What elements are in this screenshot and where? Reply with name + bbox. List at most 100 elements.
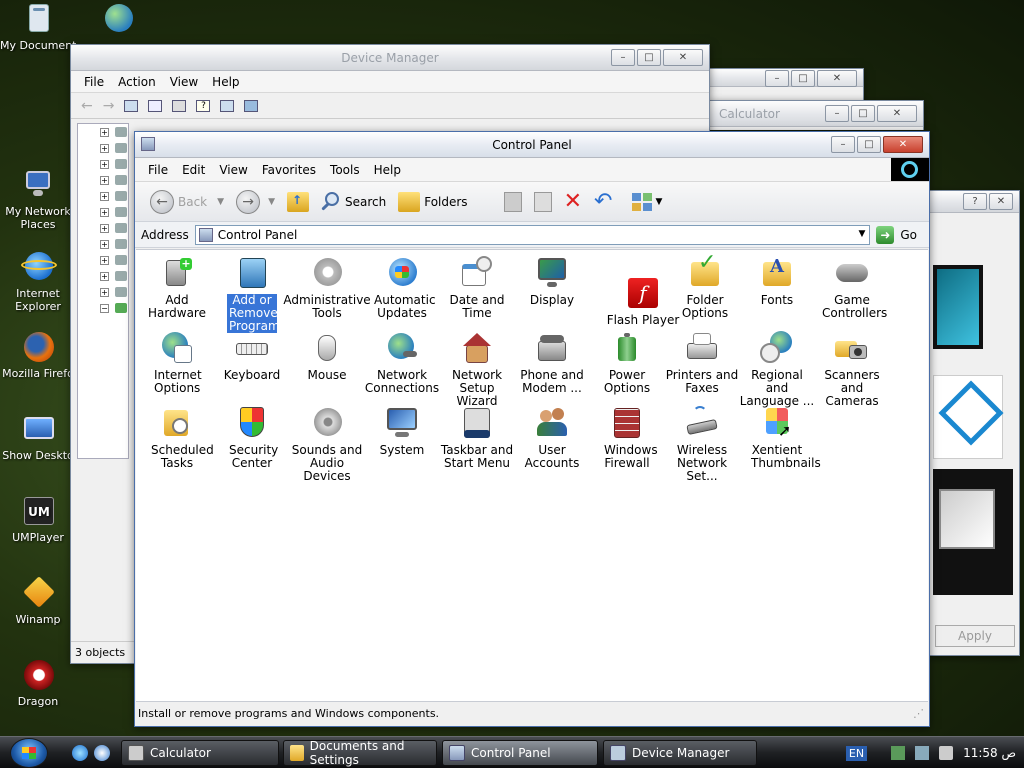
- tree-node[interactable]: +: [78, 172, 128, 188]
- expand-icon[interactable]: +: [100, 159, 109, 169]
- close-button[interactable]: ✕: [883, 136, 923, 153]
- cp-item-network-connections[interactable]: Network Connections: [362, 331, 442, 395]
- cp-item-user-accounts[interactable]: User Accounts: [512, 406, 592, 470]
- address-dropdown-icon[interactable]: ▼: [858, 229, 865, 239]
- tree-node[interactable]: +: [78, 236, 128, 252]
- tree-node[interactable]: +: [78, 252, 128, 268]
- maximize-button[interactable]: □: [791, 70, 815, 87]
- tree-node[interactable]: +: [78, 188, 128, 204]
- close-button[interactable]: ✕: [817, 70, 857, 87]
- device-manager-titlebar[interactable]: Device Manager – □ ✕: [71, 45, 709, 71]
- cp-item-power-options[interactable]: Power Options: [587, 331, 667, 395]
- control-panel-window[interactable]: Control Panel – □ ✕ File Edit View Favor…: [134, 131, 930, 727]
- minimize-button[interactable]: –: [825, 105, 849, 122]
- folders-button[interactable]: Folders: [393, 187, 472, 217]
- collapse-icon[interactable]: −: [100, 303, 109, 313]
- expand-icon[interactable]: +: [100, 239, 109, 249]
- menu-edit[interactable]: Edit: [175, 163, 212, 177]
- desktop-icon-dragon[interactable]: Dragon: [0, 658, 76, 708]
- desktop-icon-globe[interactable]: [80, 2, 156, 39]
- quicklaunch-media-icon[interactable]: [94, 745, 110, 761]
- cp-item-security-center[interactable]: Security Center: [212, 406, 292, 470]
- expand-icon[interactable]: +: [100, 175, 109, 185]
- menu-tools[interactable]: Tools: [323, 163, 367, 177]
- back-button[interactable]: ← Back ▼: [145, 187, 229, 217]
- cp-item-internet-options[interactable]: Internet Options: [137, 331, 217, 395]
- cp-item-mouse[interactable]: Mouse: [287, 331, 367, 382]
- start-button[interactable]: [10, 738, 48, 768]
- move-to-button[interactable]: [499, 187, 527, 217]
- minimize-button[interactable]: –: [831, 136, 855, 153]
- control-panel-icon-view[interactable]: + Add Hardware Add or Remove Programs Ad…: [136, 249, 928, 702]
- delete-button[interactable]: ✕: [559, 187, 587, 217]
- desktop-icon-firefox[interactable]: Mozilla Firefo: [0, 330, 76, 380]
- scan-hardware-icon[interactable]: [244, 99, 259, 112]
- control-panel-titlebar[interactable]: Control Panel – □ ✕: [135, 132, 929, 158]
- properties-icon[interactable]: [148, 99, 163, 112]
- go-button[interactable]: ➜ Go: [876, 225, 925, 244]
- cp-item-display[interactable]: Display: [512, 256, 592, 307]
- expand-icon[interactable]: +: [100, 207, 109, 217]
- taskbar-button-calculator[interactable]: Calculator: [121, 740, 279, 766]
- tree-node[interactable]: +: [78, 140, 128, 156]
- close-button[interactable]: ✕: [663, 49, 703, 66]
- minimize-button[interactable]: –: [765, 70, 789, 87]
- maximize-button[interactable]: □: [637, 49, 661, 66]
- apply-button[interactable]: Apply: [935, 625, 1015, 647]
- cp-item-add-remove-programs[interactable]: Add or Remove Programs: [212, 256, 292, 333]
- expand-icon[interactable]: +: [100, 271, 109, 281]
- tree-node[interactable]: +: [78, 124, 128, 140]
- tree-node[interactable]: +: [78, 156, 128, 172]
- quicklaunch-ie-icon[interactable]: [72, 745, 88, 761]
- close-button[interactable]: ✕: [877, 105, 917, 122]
- minimize-button[interactable]: –: [611, 49, 635, 66]
- cp-item-sounds-and-audio[interactable]: Sounds and Audio Devices: [287, 406, 367, 483]
- expand-icon[interactable]: +: [100, 127, 109, 137]
- tree-node[interactable]: +: [78, 220, 128, 236]
- tray-safely-remove-icon[interactable]: [891, 746, 906, 760]
- cp-item-fonts[interactable]: A Fonts: [737, 256, 817, 307]
- cp-item-folder-options[interactable]: ✓ Folder Options: [662, 252, 748, 320]
- menu-view[interactable]: View: [212, 163, 254, 177]
- clock[interactable]: 11:58 ص: [963, 746, 1016, 760]
- tray-network-icon[interactable]: [915, 746, 930, 760]
- tree-node[interactable]: −: [78, 300, 128, 316]
- expand-icon[interactable]: +: [100, 223, 109, 233]
- menu-help[interactable]: Help: [205, 75, 246, 89]
- desktop-icon-network-places[interactable]: My Network Places: [0, 168, 76, 231]
- undo-button[interactable]: ↶: [589, 187, 617, 217]
- taskbar-button-device-manager[interactable]: Device Manager: [603, 740, 757, 766]
- cp-item-date-and-time[interactable]: Date and Time: [437, 256, 517, 320]
- folder-window-titlebar[interactable]: – □ ✕: [707, 69, 863, 87]
- cp-item-scanners-and-cameras[interactable]: Scanners and Cameras: [812, 331, 892, 408]
- menu-file[interactable]: File: [141, 163, 175, 177]
- back-dropdown-icon[interactable]: ▼: [217, 197, 224, 207]
- properties-dialog[interactable]: ? ✕ Apply: [928, 190, 1020, 656]
- cp-item-regional-and-language[interactable]: Regional and Language ...: [737, 331, 817, 408]
- forward-button[interactable]: → ▼: [231, 187, 280, 217]
- dialog-titlebar[interactable]: ? ✕: [929, 191, 1019, 213]
- maximize-button[interactable]: □: [857, 136, 881, 153]
- search-button[interactable]: Search: [316, 187, 391, 217]
- calculator-titlebar[interactable]: Calculator – □ ✕: [709, 101, 923, 127]
- tree-node[interactable]: +: [78, 204, 128, 220]
- views-button[interactable]: ▼: [627, 187, 667, 217]
- cp-item-game-controllers[interactable]: Game Controllers: [812, 256, 892, 320]
- taskbar-button-documents-and-settings[interactable]: Documents and Settings: [283, 739, 437, 767]
- calculator-window[interactable]: Calculator – □ ✕: [708, 100, 924, 130]
- desktop-icon-winamp[interactable]: Winamp: [0, 576, 76, 626]
- dialog-close-button[interactable]: ✕: [989, 193, 1013, 210]
- expand-icon[interactable]: +: [100, 287, 109, 297]
- menu-help[interactable]: Help: [367, 163, 408, 177]
- menu-favorites[interactable]: Favorites: [255, 163, 323, 177]
- cp-item-add-hardware[interactable]: + Add Hardware: [137, 256, 217, 320]
- console-tree-icon[interactable]: [124, 99, 139, 112]
- up-folder-button[interactable]: ↑: [282, 187, 314, 217]
- tree-node[interactable]: +: [78, 268, 128, 284]
- cp-item-windows-firewall[interactable]: Windows Firewall: [587, 406, 667, 470]
- cp-item-scheduled-tasks[interactable]: Scheduled Tasks: [137, 406, 217, 470]
- action-pane-icon[interactable]: [220, 99, 235, 112]
- tray-volume-icon[interactable]: [939, 746, 954, 760]
- cp-item-automatic-updates[interactable]: Automatic Updates: [362, 256, 442, 320]
- cp-item-administrative-tools[interactable]: Administrative Tools: [283, 256, 371, 320]
